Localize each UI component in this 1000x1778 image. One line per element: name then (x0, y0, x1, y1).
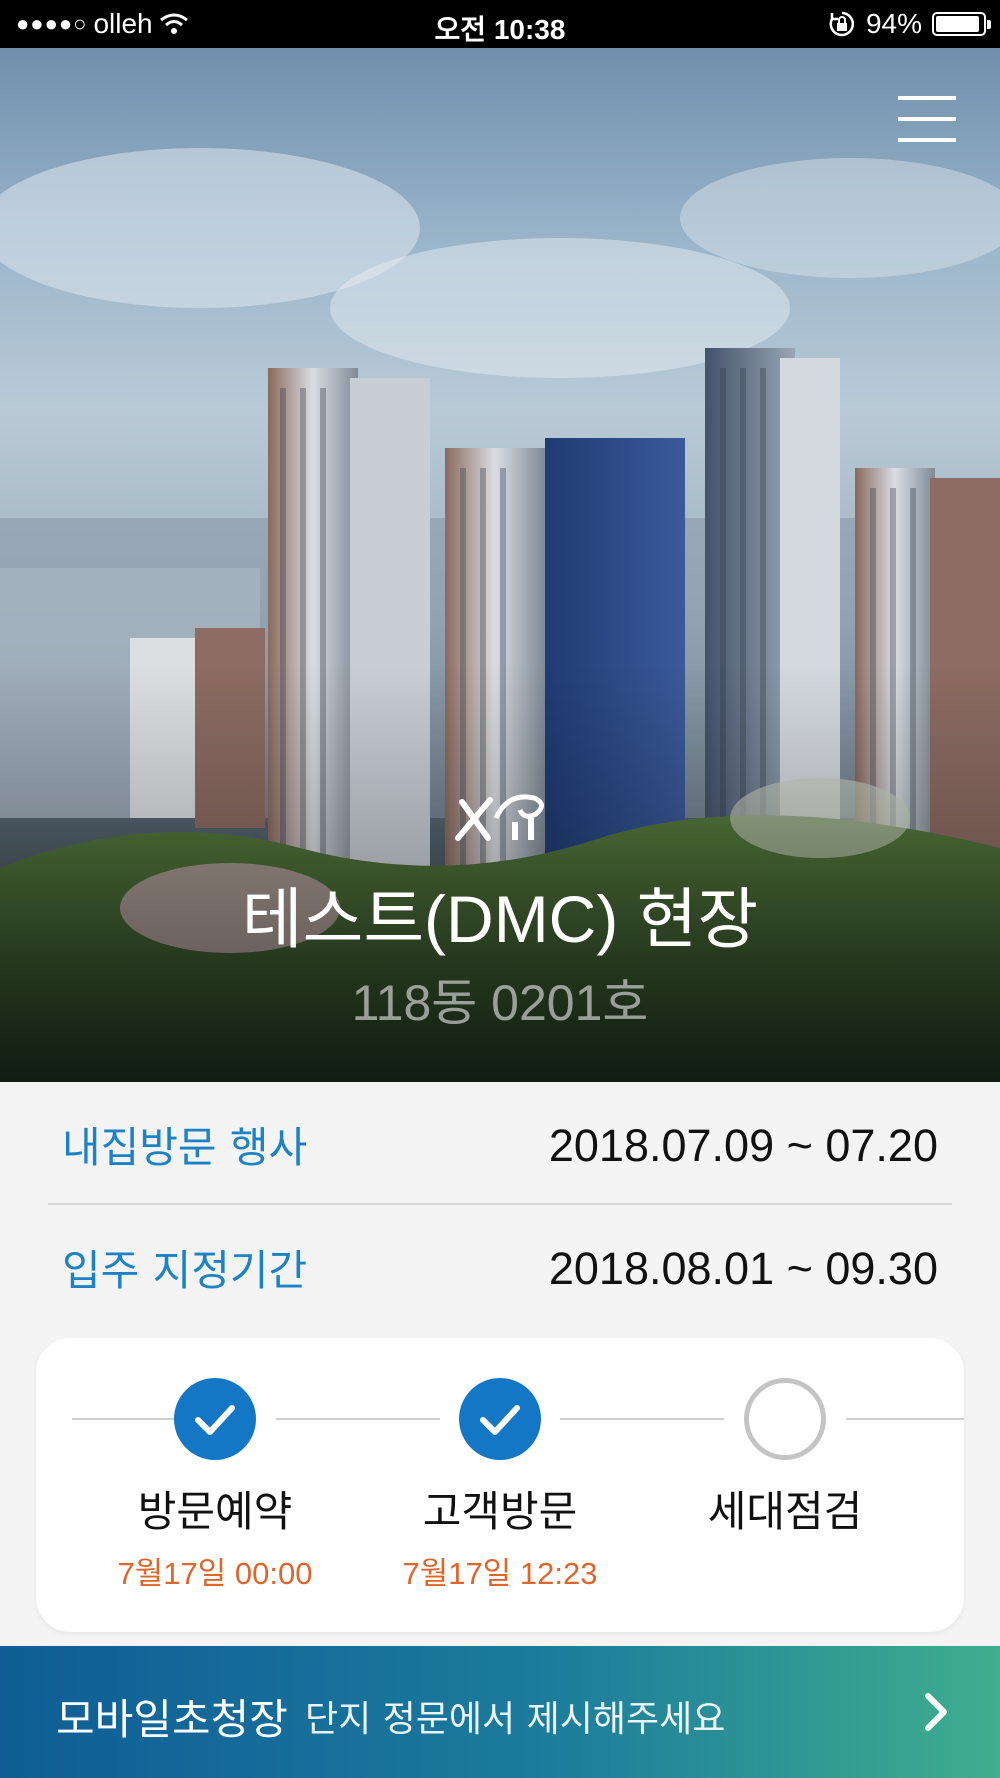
step-2-status (459, 1378, 541, 1460)
schedule-row-visit-event: 내집방문 행사 2018.07.09 ~ 07.20 (48, 1082, 952, 1204)
schedule-row-move-in-period: 입주 지정기간 2018.08.01 ~ 09.30 (48, 1205, 952, 1327)
step-time: 7월17일 00:00 (117, 1556, 313, 1591)
step-time: 7월17일 12:23 (402, 1556, 598, 1591)
status-bar: ●●●●○ olleh 오전 10:38 94% (0, 0, 1000, 48)
progress-line (560, 1418, 724, 1420)
hero-banner: 테스트(DMC) 현장 118동 0201호 (0, 48, 1000, 1082)
unit-number: 118동 0201호 (351, 975, 649, 1031)
progress-card: 방문예약 고객방문 세대점검 7월17일 00:00 7월17일 12:23 (36, 1338, 964, 1632)
site-name: 테스트(DMC) 현장 (241, 882, 759, 956)
step-label-unit-inspection: 세대점검 (707, 1487, 863, 1536)
progress-line (846, 1418, 964, 1420)
progress-line (276, 1418, 440, 1420)
check-icon (480, 1405, 520, 1435)
step-label-customer-visit: 고객방문 (422, 1487, 578, 1536)
step-1-status (174, 1378, 256, 1460)
progress-line (72, 1418, 190, 1420)
hamburger-menu-icon[interactable] (898, 96, 956, 142)
schedule-label: 입주 지정기간 (62, 1246, 308, 1295)
battery-fill (936, 16, 979, 32)
rotation-lock-icon (829, 11, 854, 37)
banner-title: 모바일초청장 (56, 1695, 288, 1744)
schedule-dates: 2018.07.09 ~ 07.20 (548, 1120, 938, 1171)
battery-percent: 94% (865, 8, 922, 39)
mobile-invitation-button[interactable]: 모바일초청장 단지 정문에서 제시해주세요 (0, 1646, 1000, 1778)
step-3-status (744, 1378, 826, 1460)
battery-icon (932, 12, 991, 36)
step-label-visit-reservation: 방문예약 (137, 1487, 293, 1536)
banner-description: 단지 정문에서 제시해주세요 (305, 1699, 726, 1740)
xi-brand-logo (455, 794, 544, 841)
schedule-dates: 2018.08.01 ~ 09.30 (548, 1243, 938, 1294)
schedule-label: 내집방문 행사 (62, 1123, 308, 1172)
chevron-right-icon (925, 1693, 947, 1731)
check-icon (195, 1405, 235, 1435)
